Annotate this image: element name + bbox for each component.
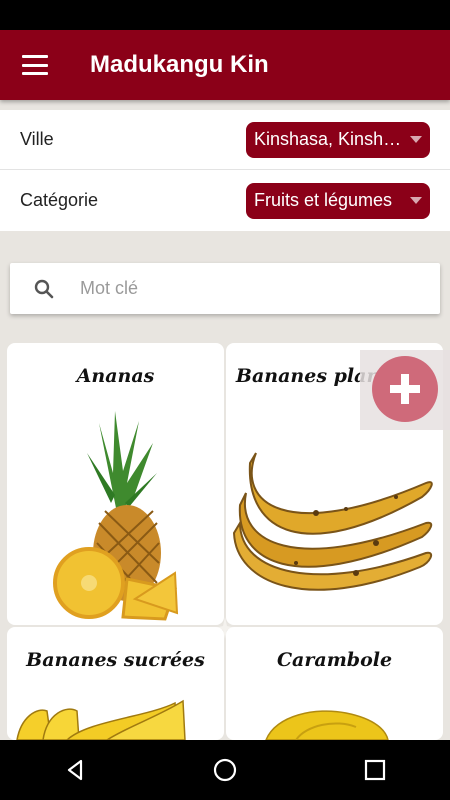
city-select[interactable]: Kinshasa, Kinshasa bbox=[246, 121, 430, 158]
add-button[interactable] bbox=[372, 356, 438, 422]
back-icon bbox=[67, 759, 83, 781]
category-select-value: Fruits et légumes bbox=[254, 190, 393, 210]
product-card-ananas[interactable]: Ananas bbox=[7, 343, 224, 625]
product-name: Ananas bbox=[76, 365, 155, 387]
product-name: Bananes sucrées bbox=[26, 649, 205, 671]
nav-home-button[interactable] bbox=[205, 750, 245, 790]
product-card-carambole[interactable]: Carambole bbox=[226, 627, 443, 740]
system-nav-bar bbox=[0, 740, 450, 800]
city-label: Ville bbox=[20, 129, 54, 149]
filter-row-category: Catégorie Fruits et légumes bbox=[0, 170, 450, 231]
search-bar bbox=[10, 263, 440, 314]
add-button-container bbox=[360, 350, 450, 430]
home-icon bbox=[213, 758, 237, 782]
app-bar: Madukangu Kin bbox=[0, 30, 450, 100]
app-title: Madukangu Kin bbox=[90, 51, 269, 78]
product-name: Carambole bbox=[276, 649, 393, 671]
banana-image bbox=[16, 699, 186, 740]
chevron-down-icon bbox=[410, 136, 422, 143]
status-bar bbox=[0, 0, 450, 30]
plantain-image bbox=[232, 452, 433, 591]
filters-panel: Ville Kinshasa, Kinshasa Catégorie Fruit… bbox=[0, 110, 450, 231]
pineapple-image bbox=[53, 411, 179, 621]
nav-recents-button[interactable] bbox=[355, 750, 395, 790]
nav-back-button[interactable] bbox=[55, 750, 95, 790]
recents-icon bbox=[364, 759, 386, 781]
plus-icon bbox=[390, 374, 420, 404]
city-select-value: Kinshasa, Kinshasa bbox=[254, 129, 404, 149]
hamburger-icon[interactable] bbox=[22, 55, 48, 75]
chevron-down-icon bbox=[410, 197, 422, 204]
search-input[interactable] bbox=[78, 277, 402, 300]
product-card-bananes-sucrees[interactable]: Bananes sucrées bbox=[7, 627, 224, 740]
category-select[interactable]: Fruits et légumes bbox=[246, 182, 430, 219]
search-icon bbox=[34, 279, 54, 298]
category-label: Catégorie bbox=[20, 190, 99, 210]
filter-row-city: Ville Kinshasa, Kinshasa bbox=[0, 110, 450, 170]
starfruit-image bbox=[265, 710, 389, 740]
